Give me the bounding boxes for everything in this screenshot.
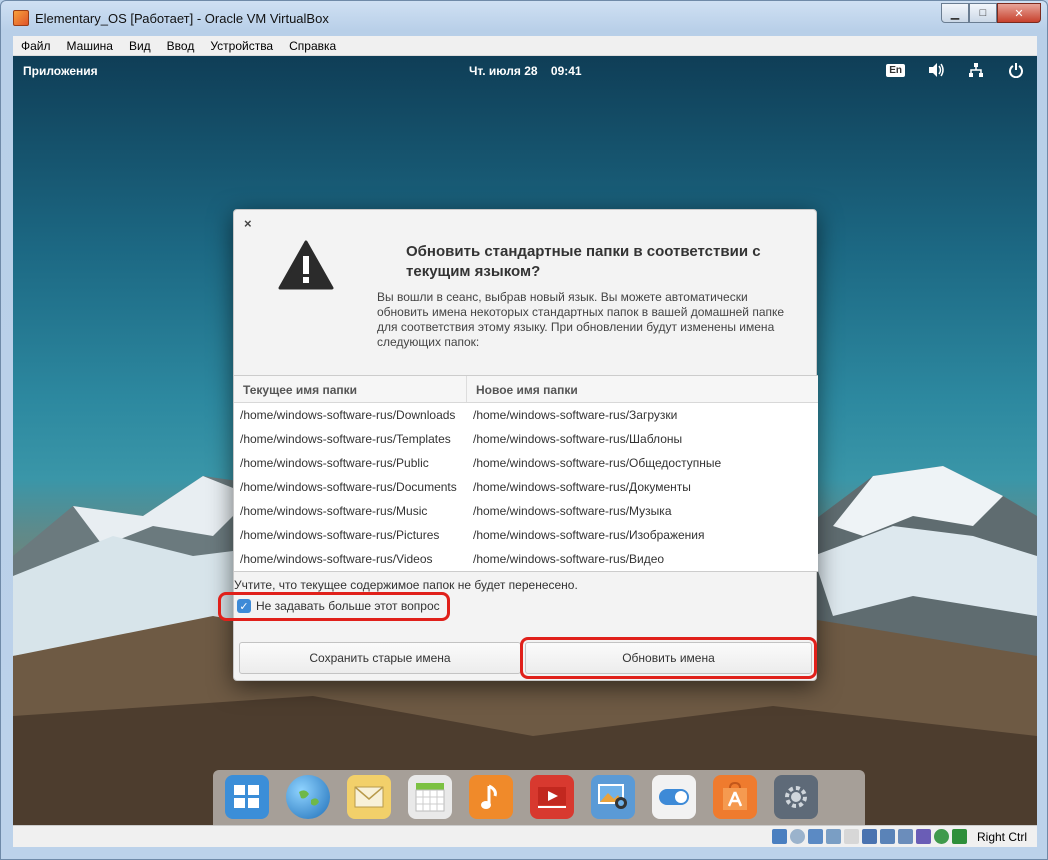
current-folder: /home/windows-software-rus/Templates — [240, 432, 451, 446]
multitasking-view-icon[interactable] — [225, 775, 269, 819]
table-row[interactable]: /home/windows-software-rus/Videos /home/… — [234, 547, 818, 571]
rename-folders-dialog: × Обновить стандартные папки в соответст… — [218, 209, 818, 681]
music-icon[interactable] — [469, 775, 513, 819]
guest-screen[interactable]: Приложения Чт. июля 28 09:41 En × Обнови… — [13, 56, 1037, 825]
appcenter-icon[interactable] — [713, 775, 757, 819]
hard-disk-icon[interactable] — [772, 829, 787, 844]
panel-date: Чт. июля 28 — [469, 64, 538, 78]
window-controls: ▁ □ ✕ — [941, 3, 1041, 23]
web-browser-icon[interactable] — [286, 775, 330, 819]
table-row[interactable]: /home/windows-software-rus/Downloads /ho… — [234, 403, 818, 427]
table-row[interactable]: /home/windows-software-rus/Templates /ho… — [234, 427, 818, 451]
new-folder: /home/windows-software-rus/Загрузки — [473, 408, 678, 422]
status-bar: Right Ctrl — [13, 825, 1037, 847]
menu-file[interactable]: Файл — [13, 39, 59, 53]
dialog-title: Обновить стандартные папки в соответстви… — [406, 243, 761, 280]
guest-additions-icon[interactable] — [934, 829, 949, 844]
video-capture-icon[interactable] — [898, 829, 913, 844]
status-icons — [772, 829, 967, 844]
current-folder: /home/windows-software-rus/Documents — [240, 480, 457, 494]
maximize-button[interactable]: □ — [969, 3, 997, 23]
usb-icon[interactable] — [826, 829, 841, 844]
current-folder: /home/windows-software-rus/Downloads — [240, 408, 456, 422]
virtualbox-app-icon — [13, 10, 29, 26]
panel-time: 09:41 — [550, 64, 582, 78]
videos-icon[interactable] — [530, 775, 574, 819]
audio-icon[interactable] — [808, 829, 823, 844]
optical-drive-icon[interactable] — [790, 829, 805, 844]
new-folder: /home/windows-software-rus/Видео — [473, 552, 665, 566]
volume-icon[interactable] — [927, 62, 945, 78]
new-folder: /home/windows-software-rus/Документы — [473, 480, 691, 494]
network-icon[interactable] — [967, 62, 985, 78]
display-icon[interactable] — [862, 829, 877, 844]
network-adapter-icon[interactable] — [880, 829, 895, 844]
folder-table: Текущее имя папки Новое имя папки /home/… — [234, 375, 818, 572]
cpu-icon[interactable] — [916, 829, 931, 844]
current-folder: /home/windows-software-rus/Music — [240, 504, 428, 518]
panel-indicators: En — [886, 62, 1025, 78]
menu-view[interactable]: Вид — [121, 39, 159, 53]
new-folder: /home/windows-software-rus/Шаблоны — [473, 432, 683, 446]
top-panel: Приложения Чт. июля 28 09:41 En — [13, 56, 1037, 86]
mail-icon[interactable] — [347, 775, 391, 819]
warning-icon — [278, 240, 334, 290]
photos-icon[interactable] — [591, 775, 635, 819]
current-folder: /home/windows-software-rus/Videos — [240, 552, 433, 566]
menu-devices[interactable]: Устройства — [202, 39, 281, 53]
keyboard-layout-indicator[interactable]: En — [886, 63, 905, 77]
virtualbox-window: Elementary_OS [Работает] - Oracle VM Vir… — [0, 0, 1048, 860]
dialog-note: Учтите, что текущее содержимое папок не … — [234, 578, 578, 592]
menu-input[interactable]: Ввод — [159, 39, 203, 53]
system-settings-icon[interactable] — [774, 775, 818, 819]
current-folder: /home/windows-software-rus/Pictures — [240, 528, 440, 542]
shared-folders-icon[interactable] — [844, 829, 859, 844]
menu-help[interactable]: Справка — [281, 39, 344, 53]
table-row[interactable]: /home/windows-software-rus/Music /home/w… — [234, 499, 818, 523]
keep-old-names-button[interactable]: Сохранить старые имена — [239, 642, 521, 674]
applications-menu[interactable]: Приложения — [23, 64, 98, 78]
table-row[interactable]: /home/windows-software-rus/Pictures /hom… — [234, 523, 818, 547]
menubar: Файл Машина Вид Ввод Устройства Справка — [13, 36, 1037, 56]
table-row[interactable]: /home/windows-software-rus/Documents /ho… — [234, 475, 818, 499]
panel-clock[interactable]: Чт. июля 28 09:41 — [469, 64, 582, 78]
new-folder: /home/windows-software-rus/Музыка — [473, 504, 672, 518]
new-folder: /home/windows-software-rus/Общедоступные — [473, 456, 722, 470]
checkbox-highlight — [218, 592, 450, 621]
settings-switch-icon[interactable] — [652, 775, 696, 819]
table-row[interactable]: /home/windows-software-rus/Public /home/… — [234, 451, 818, 475]
calendar-icon[interactable] — [408, 775, 452, 819]
update-button-highlight — [520, 637, 817, 679]
close-button[interactable]: ✕ — [997, 3, 1041, 23]
host-key-icon[interactable] — [952, 829, 967, 844]
minimize-button[interactable]: ▁ — [941, 3, 969, 23]
window-titlebar[interactable]: Elementary_OS [Работает] - Oracle VM Vir… — [1, 1, 1047, 35]
current-folder: /home/windows-software-rus/Public — [240, 456, 429, 470]
dialog-close-icon[interactable]: × — [244, 216, 252, 231]
table-header: Текущее имя папки Новое имя папки — [234, 376, 818, 403]
power-icon[interactable] — [1007, 62, 1025, 78]
new-folder: /home/windows-software-rus/Изображения — [473, 528, 705, 542]
window-title: Elementary_OS [Работает] - Oracle VM Vir… — [35, 11, 329, 26]
column-new-name[interactable]: Новое имя папки — [467, 376, 587, 402]
host-key-label: Right Ctrl — [976, 830, 1027, 844]
dialog-description: Вы вошли в сеанс, выбрав новый язык. Вы … — [377, 290, 785, 349]
dock — [213, 770, 865, 825]
column-current-name[interactable]: Текущее имя папки — [234, 376, 467, 402]
menu-machine[interactable]: Машина — [59, 39, 121, 53]
